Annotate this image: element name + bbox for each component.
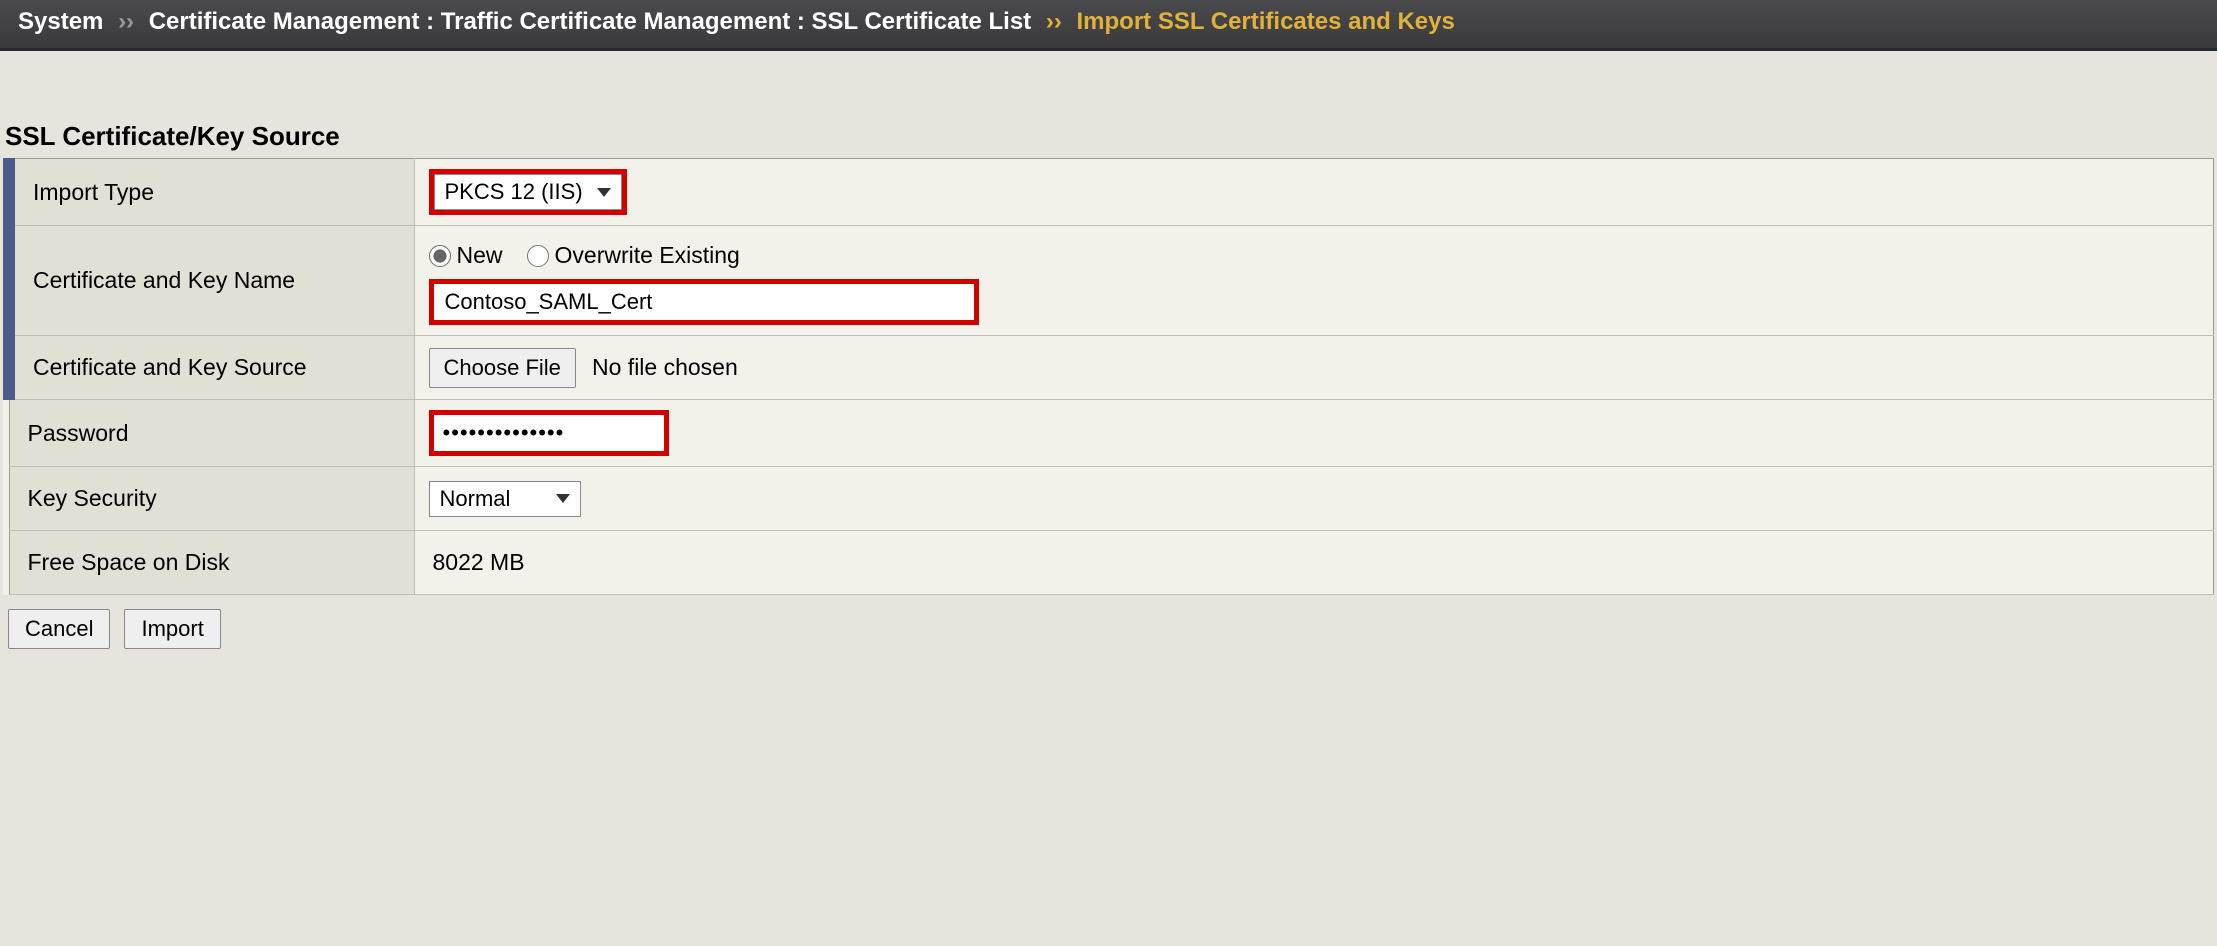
- form-table: Import Type PKCS 12 (IIS) Certificate an…: [3, 158, 2214, 595]
- import-type-select[interactable]: PKCS 12 (IIS): [434, 174, 622, 210]
- chevron-down-icon: [597, 188, 611, 197]
- password-input[interactable]: [434, 415, 664, 451]
- import-button[interactable]: Import: [124, 609, 220, 649]
- breadcrumb-seg-system[interactable]: System: [18, 8, 103, 35]
- free-space-value: 8022 MB: [429, 549, 525, 575]
- cert-key-name-input[interactable]: [434, 284, 974, 320]
- chevron-down-icon: [556, 494, 570, 503]
- key-security-select[interactable]: Normal: [430, 482, 580, 516]
- breadcrumb-sep-icon: ››: [110, 8, 142, 35]
- radio-overwrite-label: Overwrite Existing: [555, 242, 740, 269]
- choose-file-button[interactable]: Choose File: [429, 348, 576, 388]
- highlight-password: [429, 410, 669, 456]
- highlight-import-type: PKCS 12 (IIS): [429, 169, 627, 215]
- section-title: SSL Certificate/Key Source: [0, 51, 2217, 158]
- breadcrumb-seg-current: Import SSL Certificates and Keys: [1077, 8, 1455, 35]
- label-cert-key-name: Certificate and Key Name: [9, 226, 414, 336]
- file-chosen-status: No file chosen: [592, 354, 738, 380]
- label-cert-key-source: Certificate and Key Source: [9, 336, 414, 400]
- key-security-value: Normal: [440, 486, 511, 512]
- breadcrumb-sep-icon: ››: [1038, 8, 1070, 35]
- cert-name-mode-radios: New Overwrite Existing: [429, 236, 2200, 279]
- breadcrumb: System ›› Certificate Management : Traff…: [0, 0, 2217, 51]
- action-row: Cancel Import: [0, 595, 2217, 663]
- cancel-button[interactable]: Cancel: [8, 609, 110, 649]
- radio-new[interactable]: [429, 245, 451, 267]
- label-import-type: Import Type: [9, 159, 414, 226]
- label-free-space: Free Space on Disk: [9, 531, 414, 595]
- radio-new-label: New: [457, 242, 503, 269]
- label-password: Password: [9, 400, 414, 467]
- radio-overwrite[interactable]: [527, 245, 549, 267]
- label-key-security: Key Security: [9, 467, 414, 531]
- highlight-cert-name: [429, 279, 979, 325]
- breadcrumb-seg-path[interactable]: Certificate Management : Traffic Certifi…: [149, 8, 1031, 35]
- import-type-value: PKCS 12 (IIS): [445, 179, 583, 205]
